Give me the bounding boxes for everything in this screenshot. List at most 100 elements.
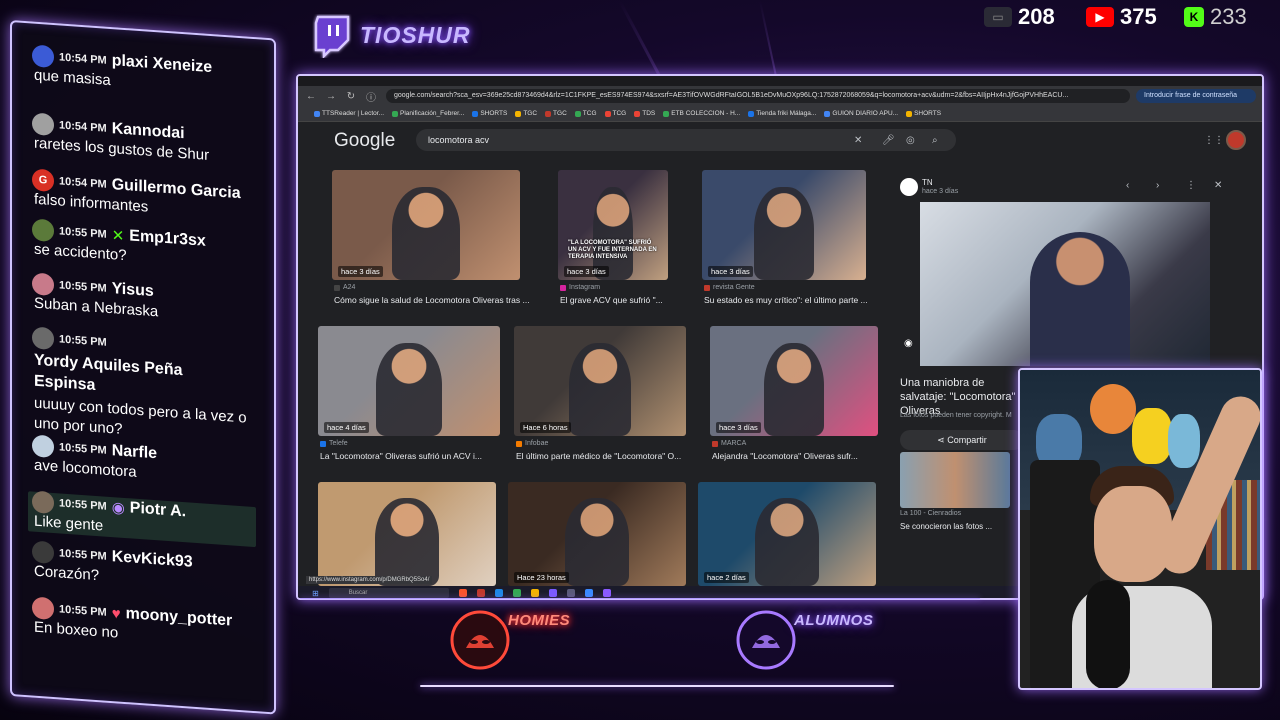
avatar[interactable] <box>1226 130 1246 150</box>
chat-username[interactable]: Narfle <box>112 442 157 463</box>
share-button[interactable]: ⋖ Compartir <box>900 430 1024 450</box>
forward-icon[interactable]: → <box>324 91 338 102</box>
result-thumbnail[interactable]: Hace 23 horas <box>508 482 686 586</box>
folder-icon[interactable] <box>530 589 539 597</box>
chrome-icon[interactable] <box>512 589 521 597</box>
mic-icon[interactable]: 🎤︎ <box>882 135 895 146</box>
result-subject <box>374 497 440 586</box>
result-caption[interactable]: Alejandra "Locomotora" Oliveras sufr... <box>712 451 900 461</box>
result-thumbnail[interactable]: hace 2 días <box>698 482 876 586</box>
result-caption[interactable]: El último parte médico de "Locomotora" O… <box>516 451 708 461</box>
source-icon <box>516 440 522 447</box>
tab-strip <box>298 76 1262 86</box>
more-icon[interactable]: ⋮ <box>1186 180 1196 191</box>
result-thumbnail[interactable]: hace 4 días <box>318 326 500 436</box>
preview-time: hace 3 días <box>922 188 959 195</box>
windows-icon[interactable]: ⊞ <box>312 589 319 598</box>
result-source[interactable]: Telefe <box>320 440 348 447</box>
bookmark-item[interactable]: TCG <box>574 110 597 117</box>
bookmark-item[interactable]: Tienda friki Málaga... <box>748 110 816 117</box>
password-phrase-button[interactable]: Introducir frase de contraseña <box>1136 89 1256 103</box>
result-source[interactable]: Instagram <box>560 284 600 291</box>
app-icon[interactable] <box>602 589 611 597</box>
bookmark-icon <box>314 110 320 117</box>
bookmark-item[interactable]: TTSReader | Lector... <box>314 110 384 117</box>
chat-timestamp: 10:55 PM <box>59 333 107 349</box>
bookmark-item[interactable]: TGC <box>545 110 567 117</box>
bookmark-item[interactable]: TGC <box>515 110 537 117</box>
url-field[interactable]: google.com/search?sca_esv=369e25cd873469… <box>386 89 1130 103</box>
bookmark-label: GUION DIARIO APU... <box>832 110 899 117</box>
brave-icon[interactable] <box>458 589 467 597</box>
bookmark-item[interactable]: TCG <box>604 110 626 117</box>
preview-image[interactable] <box>920 202 1210 366</box>
avatar[interactable]: G <box>32 168 54 193</box>
avatar[interactable] <box>32 490 54 515</box>
search-input[interactable]: locomotora acv <box>416 129 956 151</box>
clear-icon[interactable]: ✕ <box>854 135 862 146</box>
avatar[interactable] <box>32 596 54 621</box>
related-image[interactable] <box>900 452 1010 508</box>
app-icon[interactable] <box>584 589 593 597</box>
avatar[interactable] <box>32 434 54 459</box>
chat-timestamp: 10:55 PM <box>59 225 107 241</box>
result-source[interactable]: MARCA <box>712 440 746 447</box>
bookmark-item[interactable]: SHORTS <box>906 110 941 117</box>
counter-value: 208 <box>1018 4 1055 29</box>
result-source[interactable]: revista Gente <box>704 284 755 291</box>
result-thumbnail[interactable] <box>318 482 496 586</box>
result-thumbnail[interactable]: Hace 6 horas <box>514 326 686 436</box>
related-caption[interactable]: Se conocieron las fotos ... <box>900 522 992 531</box>
result-caption[interactable]: Su estado es muy crítico": el último par… <box>704 295 888 305</box>
close-icon[interactable]: ✕ <box>1214 180 1222 191</box>
neon-line <box>420 685 894 687</box>
result-thumbnail[interactable]: hace 3 días <box>332 170 520 280</box>
prev-icon[interactable]: ‹ <box>1126 180 1129 191</box>
share-icon: ⋖ <box>937 435 948 445</box>
bookmark-label: TCG <box>582 110 597 117</box>
app-icon[interactable] <box>566 589 575 597</box>
next-icon[interactable]: › <box>1156 180 1159 191</box>
bookmark-item[interactable]: SHORTS <box>472 110 507 117</box>
avatar[interactable] <box>32 44 54 69</box>
back-icon[interactable]: ← <box>304 91 318 102</box>
bookmark-item[interactable]: ETB COLECCION - H... <box>663 110 740 117</box>
result-subject <box>564 497 630 586</box>
app-icon[interactable] <box>548 589 557 597</box>
figure-squirtle <box>1168 414 1200 468</box>
bookmark-item[interactable]: Planificación_Febrer... <box>392 110 464 117</box>
result-source[interactable]: A24 <box>334 284 355 291</box>
apps-icon[interactable]: ⋮⋮ <box>1204 135 1224 146</box>
result-thumbnail[interactable]: hace 3 días <box>710 326 878 436</box>
avatar[interactable] <box>32 218 54 243</box>
search-icon[interactable]: ⌕ <box>932 135 938 146</box>
avatar[interactable] <box>32 540 54 565</box>
counter-youtube: ▶ 375 <box>1086 4 1157 30</box>
result-source[interactable]: Infobae <box>516 440 548 447</box>
lens-icon[interactable]: ◉ <box>904 338 913 349</box>
taskbar-search[interactable]: Buscar <box>328 588 449 598</box>
bookmark-item[interactable]: TDS <box>634 110 655 117</box>
result-caption[interactable]: El grave ACV que sufrió "... <box>560 295 690 305</box>
avatar[interactable] <box>32 112 54 137</box>
bookmark-icon <box>748 110 755 117</box>
chat-username[interactable]: Piotr A. <box>130 499 186 521</box>
opera-icon[interactable] <box>476 589 485 597</box>
share-label: Compartir <box>947 435 987 445</box>
result-caption[interactable]: Cómo sigue la salud de Locomotora Oliver… <box>334 295 542 305</box>
result-caption[interactable]: La "Locomotora" Oliveras sufrió un ACV i… <box>320 451 522 461</box>
bookmark-item[interactable]: GUION DIARIO APU... <box>824 110 898 117</box>
bookmark-icon <box>515 110 522 117</box>
avatar[interactable] <box>32 326 54 351</box>
edge-icon[interactable] <box>494 589 503 597</box>
reload-icon[interactable]: ↻ <box>344 91 358 102</box>
lens-icon[interactable]: ◎ <box>906 135 915 146</box>
info-icon[interactable]: ⓘ <box>364 89 378 104</box>
chat-message: 10:55 PM KevKick93 Corazón? <box>32 540 268 599</box>
result-thumbnail[interactable]: "LA LOCOMOTORA" SUFRIÓ UN ACV Y FUE INTE… <box>558 170 668 280</box>
chat-username[interactable]: Yisus <box>112 280 154 301</box>
avatar[interactable] <box>32 272 54 297</box>
result-thumbnail[interactable]: hace 3 días <box>702 170 866 280</box>
google-logo[interactable]: Google <box>334 130 395 152</box>
source-icon <box>320 440 326 447</box>
